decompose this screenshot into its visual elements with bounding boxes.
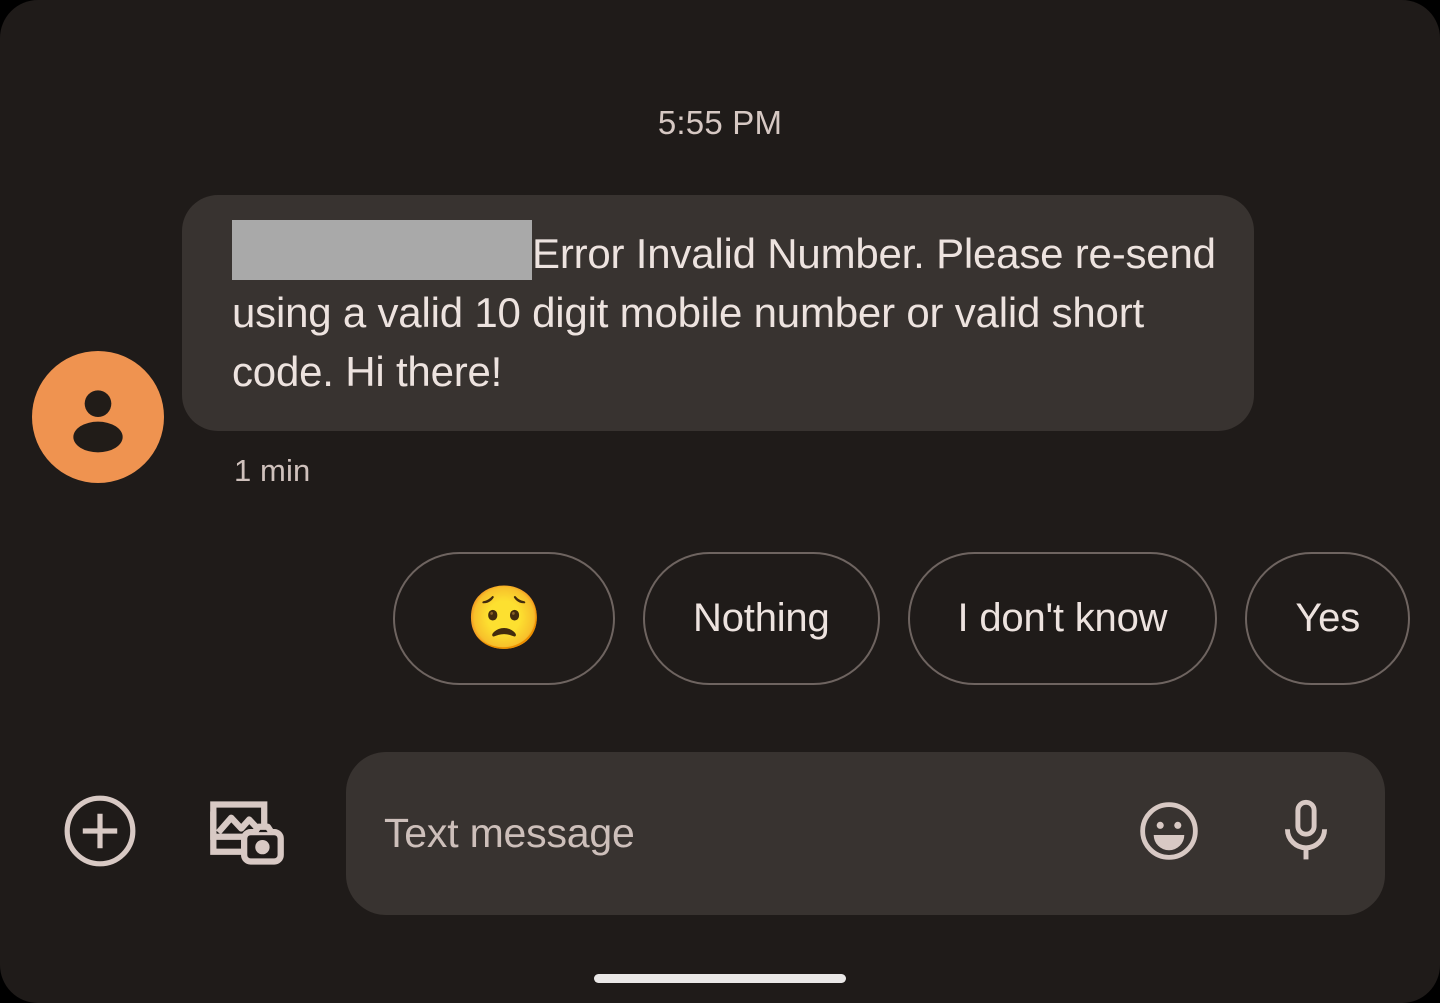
suggestion-chip-yes[interactable]: Yes (1245, 552, 1410, 685)
emoji-smiley-icon (1135, 797, 1203, 870)
photo-gallery-camera-icon (199, 788, 285, 879)
redacted-sender-block (232, 220, 532, 280)
suggestion-chip-label: I don't know (957, 596, 1168, 640)
gesture-navigation-handle[interactable] (594, 974, 846, 983)
message-text-container: Error Invalid Number. Please re-send usi… (232, 220, 1218, 401)
incoming-message-row: Error Invalid Number. Please re-send usi… (0, 195, 1440, 489)
text-message-placeholder: Text message (384, 809, 635, 856)
worried-face-emoji: 😟 (465, 583, 543, 653)
person-icon (58, 377, 138, 457)
plus-circle-icon (61, 792, 139, 875)
emoji-picker-button[interactable] (1135, 799, 1203, 867)
gallery-camera-button[interactable] (199, 790, 285, 876)
suggestion-chip-worried-face-emoji[interactable]: 😟 (393, 552, 616, 685)
message-composer-bar: Text message (0, 748, 1440, 918)
message-bubble[interactable]: Error Invalid Number. Please re-send usi… (182, 195, 1254, 431)
text-message-input[interactable]: Text message (346, 751, 1385, 915)
attach-button[interactable] (61, 794, 139, 872)
suggestion-chips-row: 😟 Nothing I don't know Yes (0, 552, 1440, 685)
suggestion-chip-nothing[interactable]: Nothing (643, 552, 880, 685)
microphone-icon (1277, 795, 1335, 872)
suggestion-chip-label: Yes (1295, 596, 1360, 640)
conversation-timestamp: 5:55 PM (657, 104, 783, 141)
suggestion-chip-label: Nothing (693, 596, 830, 640)
suggestion-chip-i-dont-know[interactable]: I don't know (907, 552, 1218, 685)
avatar[interactable] (32, 351, 164, 483)
voice-record-button[interactable] (1277, 797, 1335, 869)
message-bubble-wrapper: Error Invalid Number. Please re-send usi… (182, 195, 1254, 489)
messaging-conversation-screen: 5:55 PM Error Invalid Number. Please re-… (0, 0, 1440, 1003)
message-status: 1 min (234, 453, 311, 488)
